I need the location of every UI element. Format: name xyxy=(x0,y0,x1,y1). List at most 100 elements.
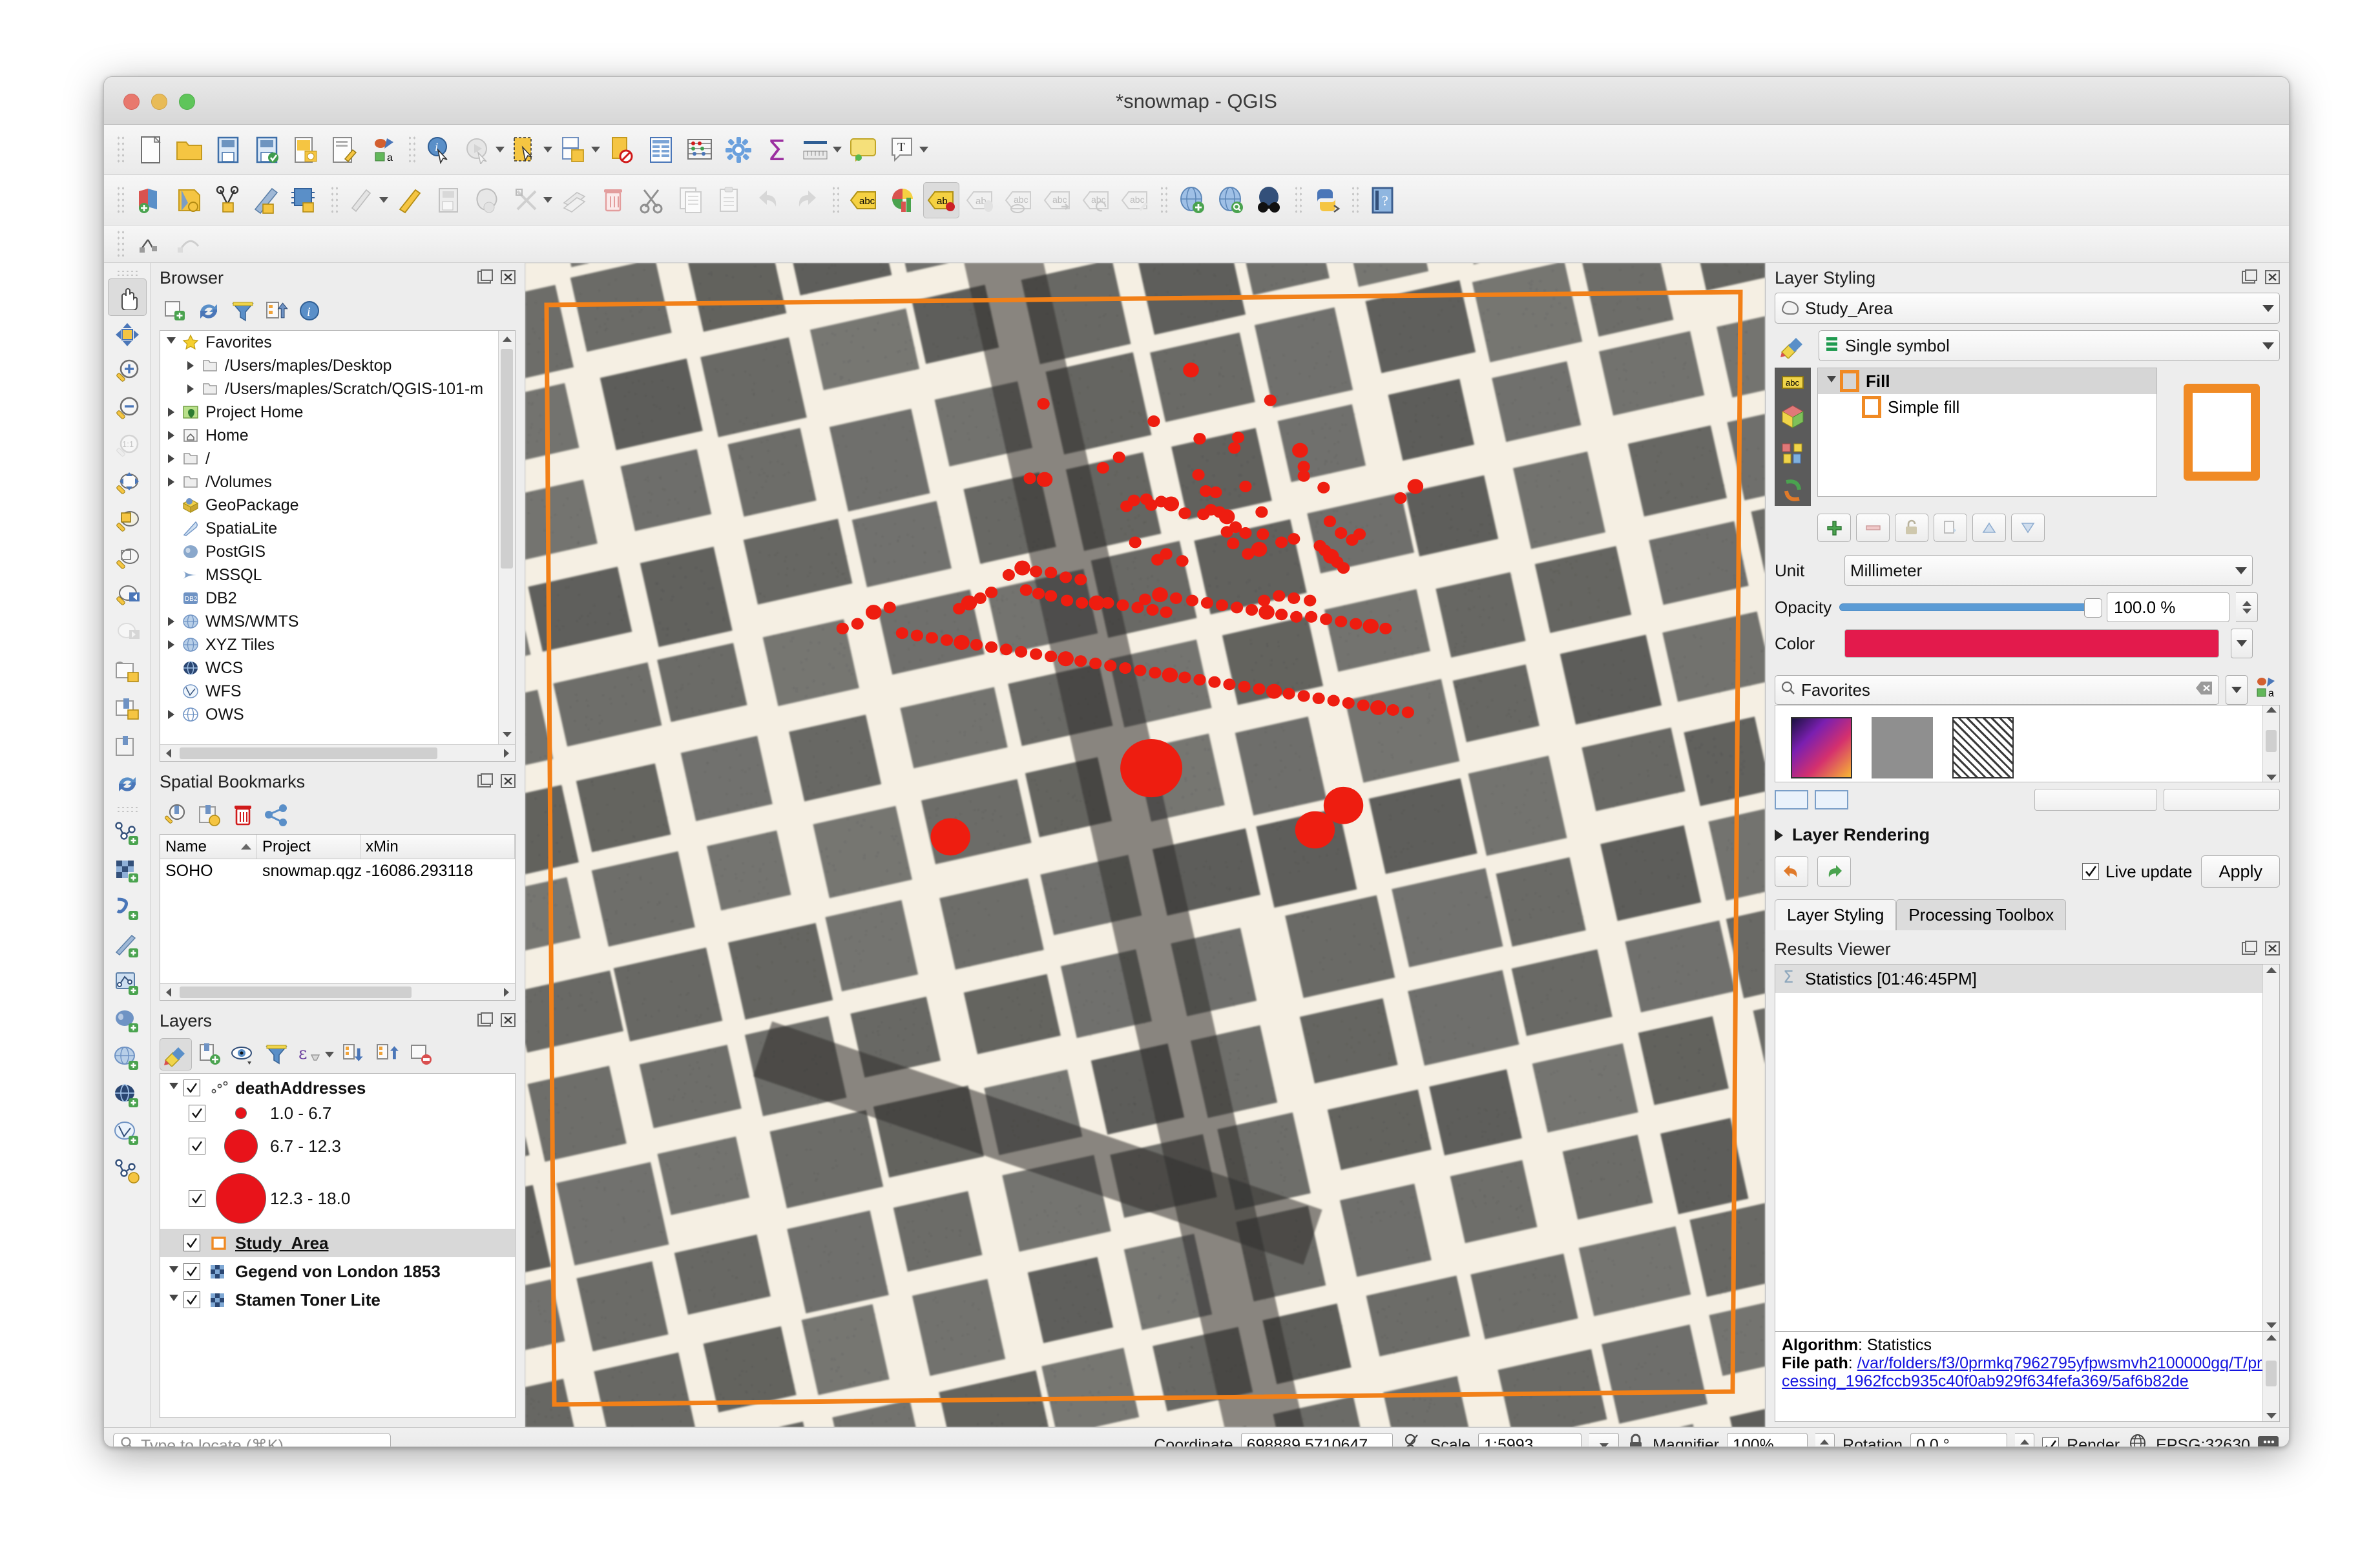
undock-icon[interactable] xyxy=(2241,940,2259,958)
add-wfs-layer-icon[interactable] xyxy=(108,1114,147,1152)
redo-icon[interactable] xyxy=(789,182,825,218)
layer-item[interactable]: Gegend von London 1853 xyxy=(160,1257,515,1286)
open-attribute-table-icon[interactable] xyxy=(643,132,679,168)
layer-class-item[interactable]: 1.0 - 6.7 xyxy=(160,1102,515,1124)
measure-line-icon[interactable] xyxy=(798,132,834,168)
select-value-icon[interactable] xyxy=(604,132,640,168)
collapse-all-icon[interactable] xyxy=(260,295,293,328)
scale-dropdown[interactable] xyxy=(1589,1432,1620,1446)
zoom-native-icon[interactable]: 1:1 xyxy=(108,428,147,466)
new-shapefile-layer-icon[interactable] xyxy=(108,1152,147,1189)
merge-features-icon[interactable] xyxy=(556,182,592,218)
chevron-down-icon[interactable] xyxy=(1823,375,1840,387)
crs-icon[interactable] xyxy=(2127,1433,2148,1446)
save-symbol-button[interactable] xyxy=(2034,789,2157,811)
browser-tree-item[interactable]: WCS xyxy=(160,656,515,680)
browser-tree-item[interactable]: WMS/WMTS xyxy=(160,610,515,633)
add-delimited-text-layer-icon[interactable] xyxy=(108,927,147,965)
undo-icon[interactable] xyxy=(1775,856,1808,887)
table-row[interactable]: SOHO snowmap.qgz -16086.293118 xyxy=(160,859,515,884)
chevron-right-icon[interactable] xyxy=(163,710,180,719)
bookmarks-horizontal-scrollbar[interactable] xyxy=(160,983,515,1000)
zoom-out-icon[interactable] xyxy=(108,391,147,428)
close-icon[interactable] xyxy=(500,1012,518,1030)
zoom-next-icon[interactable] xyxy=(108,616,147,653)
chevron-down-icon[interactable] xyxy=(164,1294,183,1306)
move-up-icon[interactable] xyxy=(1972,514,2006,542)
close-icon[interactable] xyxy=(2264,269,2282,287)
remove-layer-icon[interactable] xyxy=(405,1038,437,1070)
chevron-down-icon[interactable] xyxy=(543,197,552,203)
save-project-as-icon[interactable] xyxy=(249,132,285,168)
refresh-browser-icon[interactable] xyxy=(193,295,225,328)
layer-visibility-checkbox[interactable] xyxy=(183,1291,200,1308)
manage-visibility-icon[interactable] xyxy=(227,1038,259,1070)
lock-layer-colors-icon[interactable] xyxy=(1895,514,1928,542)
map-render-area[interactable] xyxy=(525,263,1765,1427)
add-postgis-layer-icon[interactable] xyxy=(108,1002,147,1039)
toolbar-grip[interactable] xyxy=(116,229,125,259)
class-visibility-checkbox[interactable] xyxy=(189,1138,205,1154)
messages-icon[interactable] xyxy=(2258,1433,2280,1446)
chevron-right-icon[interactable] xyxy=(182,384,199,393)
color-swatch-button[interactable] xyxy=(1844,629,2219,658)
chevron-down-icon[interactable] xyxy=(164,1082,183,1094)
chevron-right-icon[interactable] xyxy=(163,640,180,649)
toolbar-grip[interactable] xyxy=(116,134,125,165)
add-wcs-layer-icon[interactable] xyxy=(108,1077,147,1114)
opacity-stepper[interactable] xyxy=(2236,592,2258,622)
identify-features-icon[interactable]: i xyxy=(422,132,458,168)
browser-tree-item[interactable]: WFS xyxy=(160,680,515,703)
layer-class-item[interactable]: 6.7 - 12.3 xyxy=(160,1124,515,1168)
pan-map-icon[interactable] xyxy=(107,278,147,316)
add-raster-layer-icon[interactable] xyxy=(108,852,147,890)
live-update-checkbox-box[interactable] xyxy=(2082,863,2099,880)
scroll-down-icon[interactable] xyxy=(499,726,515,743)
reshape-features-icon[interactable] xyxy=(508,182,545,218)
browser-tree-item[interactable]: DB2 DB2 xyxy=(160,587,515,610)
symbol-layer-item[interactable]: Simple fill xyxy=(1818,394,2156,420)
open-layer-styling-icon[interactable] xyxy=(160,1038,192,1070)
labels-icon[interactable]: abc xyxy=(1780,373,1806,395)
style-symbol-icon[interactable]: a xyxy=(365,132,401,168)
chevron-right-icon[interactable] xyxy=(163,454,180,463)
cut-features-icon[interactable] xyxy=(634,182,670,218)
style-manager-icon[interactable] xyxy=(326,132,362,168)
tab-processing-toolbox[interactable]: Processing Toolbox xyxy=(1896,899,2067,930)
rotate-label-icon[interactable]: abc xyxy=(1078,182,1114,218)
filter-legend-icon[interactable] xyxy=(260,1038,293,1070)
collapse-all-icon[interactable] xyxy=(371,1038,404,1070)
locator-input[interactable]: Type to locate (⌘K) xyxy=(113,1432,391,1446)
class-visibility-checkbox[interactable] xyxy=(189,1190,205,1207)
undo-icon[interactable] xyxy=(750,182,786,218)
zoom-last-icon[interactable] xyxy=(108,578,147,616)
browser-tree-item[interactable]: /Users/maples/Desktop xyxy=(160,354,515,377)
expression-filter-icon[interactable]: ε xyxy=(294,1038,326,1070)
magnifier-stepper[interactable] xyxy=(1815,1432,1835,1446)
advanced-button[interactable] xyxy=(2164,789,2280,811)
digitize-icon[interactable] xyxy=(249,182,285,218)
algorithm-scrollbar[interactable] xyxy=(2262,1332,2279,1421)
add-mesh-layer-icon[interactable] xyxy=(108,890,147,927)
undock-icon[interactable] xyxy=(2241,269,2259,287)
add-bookmark-icon[interactable] xyxy=(193,799,225,831)
chevron-down-icon[interactable] xyxy=(833,147,842,152)
select-features-icon[interactable] xyxy=(508,132,545,168)
browser-tree-item[interactable]: Project Home xyxy=(160,401,515,424)
browser-tree-item[interactable]: XYZ Tiles xyxy=(160,633,515,656)
browser-vertical-scrollbar[interactable] xyxy=(498,331,515,761)
add-layer-item-icon[interactable] xyxy=(160,295,192,328)
browser-tree[interactable]: Favorites/Users/maples/Desktop/Users/map… xyxy=(160,330,516,762)
browser-tree-item[interactable]: /Volumes xyxy=(160,470,515,494)
zoom-to-layer-icon[interactable] xyxy=(108,541,147,578)
new-text-annotation-icon[interactable]: T xyxy=(884,132,921,168)
undock-icon[interactable] xyxy=(477,773,495,791)
browser-tree-item[interactable]: /Users/maples/Scratch/QGIS-101-m xyxy=(160,377,515,401)
scale-input[interactable]: 1:5993 xyxy=(1478,1432,1582,1446)
chevron-right-icon[interactable] xyxy=(182,361,199,370)
redo-icon[interactable] xyxy=(1817,856,1851,887)
crs-label[interactable]: EPSG:32630 xyxy=(2156,1436,2250,1446)
layer-item[interactable]: Stamen Toner Lite xyxy=(160,1286,515,1314)
bookmarks-table[interactable]: Name Project xMin SOHO snowmap.qgz -1608… xyxy=(160,834,516,1001)
hatched-fill-swatch[interactable] xyxy=(1952,717,2014,778)
